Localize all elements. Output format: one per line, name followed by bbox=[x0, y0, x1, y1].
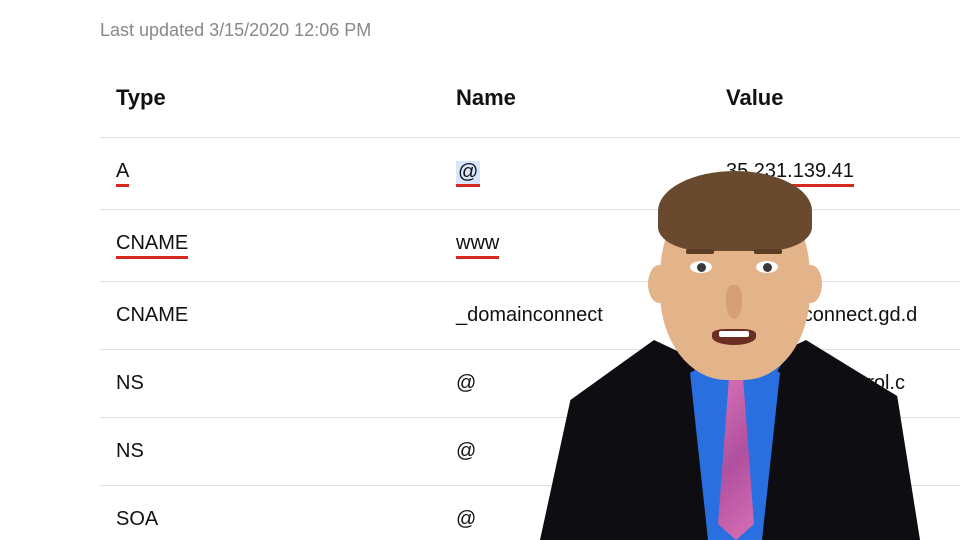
cell-value: ns2.domaincontrol.c bbox=[710, 418, 960, 486]
cell-name: @ bbox=[440, 486, 710, 540]
cell-type: A bbox=[100, 138, 440, 210]
dns-records-table: Type Name Value A@35.231.139.41CNAMEwwwC… bbox=[100, 75, 960, 540]
cell-type: CNAME bbox=[100, 210, 440, 282]
col-header-type[interactable]: Type bbox=[100, 75, 440, 138]
cell-value: Primary nameserver: bbox=[710, 486, 960, 540]
cell-value bbox=[710, 210, 960, 282]
cell-name: _domainconnect bbox=[440, 282, 710, 350]
table-header-row: Type Name Value bbox=[100, 75, 960, 138]
cell-type: NS bbox=[100, 418, 440, 486]
cell-value: _domainconnect.gd.d bbox=[710, 282, 960, 350]
table-row[interactable]: CNAME_domainconnect_domainconnect.gd.d bbox=[100, 282, 960, 350]
cell-name: @ bbox=[440, 350, 710, 418]
table-row[interactable]: SOA@Primary nameserver: bbox=[100, 486, 960, 540]
table-row[interactable]: CNAMEwww bbox=[100, 210, 960, 282]
cell-type: CNAME bbox=[100, 282, 440, 350]
cell-type: NS bbox=[100, 350, 440, 418]
cell-value: ns1.domaincontrol.c bbox=[710, 350, 960, 418]
cell-name: www bbox=[440, 210, 710, 282]
cell-name: @ bbox=[440, 418, 710, 486]
col-header-name[interactable]: Name bbox=[440, 75, 710, 138]
cell-type: SOA bbox=[100, 486, 440, 540]
col-header-value[interactable]: Value bbox=[710, 75, 960, 138]
cell-name: @ bbox=[440, 138, 710, 210]
table-row[interactable]: A@35.231.139.41 bbox=[100, 138, 960, 210]
last-updated-text: Last updated 3/15/2020 12:06 PM bbox=[100, 20, 960, 41]
table-row[interactable]: NS@ns2.domaincontrol.c bbox=[100, 418, 960, 486]
table-row[interactable]: NS@ns1.domaincontrol.c bbox=[100, 350, 960, 418]
cell-value: 35.231.139.41 bbox=[710, 138, 960, 210]
